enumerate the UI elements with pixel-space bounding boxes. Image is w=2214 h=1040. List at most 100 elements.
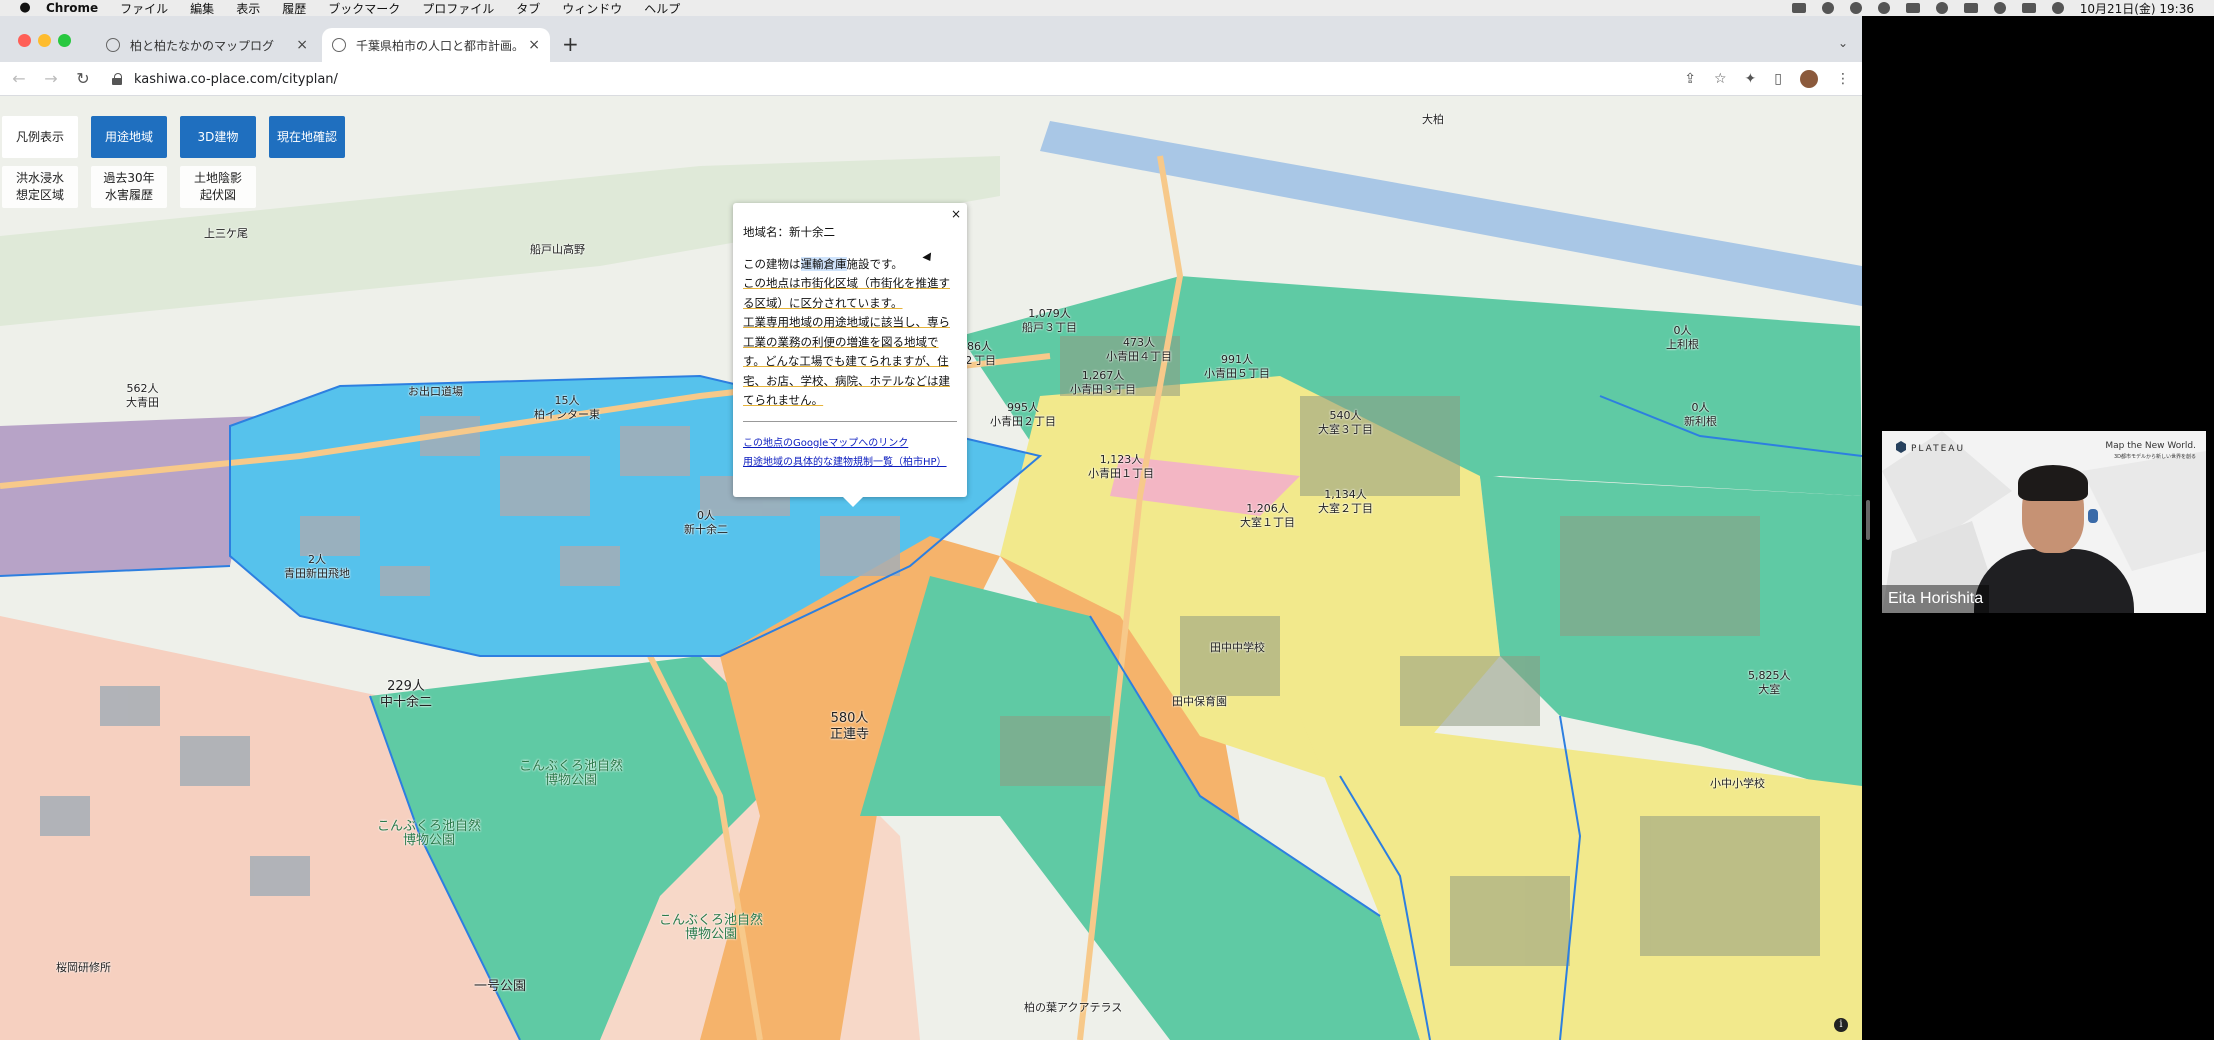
place-okashiwa: 大柏 (1422, 113, 1444, 126)
kebab-menu-icon[interactable]: ⋮ (1836, 71, 1850, 87)
popup-urbanization: この地点は市街化区域（市街化を推進する区域）に区分されています。 (743, 276, 950, 310)
status-icons: 10月21日(金) 19:36 (1791, 0, 2194, 17)
forward-button[interactable]: → (38, 69, 64, 88)
control-center-icon[interactable] (2021, 3, 2036, 13)
display-icon[interactable] (1791, 3, 1806, 13)
close-window-button[interactable] (18, 34, 31, 47)
menu-view[interactable]: 表示 (236, 0, 260, 17)
address-bar[interactable]: kashiwa.co-place.com/cityplan/ (112, 66, 1712, 92)
building-regulations-link[interactable]: 用途地域の具体的な建物規制一覧（柏市HP） (743, 453, 957, 472)
place-aqua-terrace: 柏の葉アクアテラス (1024, 1001, 1123, 1014)
area-name-label: 大室 (1758, 683, 1781, 696)
menubar-clock[interactable]: 10月21日(金) 19:36 (2080, 0, 2194, 17)
map-label-omuro2[interactable]: 1,134人 大室２丁目 (1318, 488, 1373, 516)
dropbox-icon[interactable] (1849, 2, 1862, 14)
population-label: 1,134人 (1324, 488, 1367, 501)
map-label-koaota1[interactable]: 1,123人 小青田１丁目 (1088, 453, 1154, 481)
tab-search-icon[interactable]: ⌄ (1838, 36, 1848, 50)
legend-button[interactable]: 凡例表示 (2, 116, 78, 158)
buildings-3d-button[interactable]: 3D建物 (180, 116, 256, 158)
cloud-icon[interactable] (1821, 2, 1834, 14)
reload-button[interactable]: ↻ (70, 69, 96, 88)
menu-profiles[interactable]: プロファイル (422, 0, 494, 17)
menu-file[interactable]: ファイル (120, 0, 168, 17)
apple-icon[interactable]: ● (18, 1, 32, 15)
siri-icon[interactable] (2051, 2, 2064, 14)
label-line: 過去30年 (103, 171, 155, 185)
map-label-shintoyofuta[interactable]: 0人 新十余二 (684, 509, 728, 537)
toolbar-actions: ⇪ ☆ ✦ ▯ ⋮ (1684, 70, 1850, 88)
close-tab-icon[interactable]: × (296, 37, 308, 53)
speaker-name: Eita Horishita (1882, 585, 1990, 613)
flood-area-button[interactable]: 洪水浸水 想定区域 (2, 166, 78, 208)
profile-avatar[interactable] (1800, 70, 1818, 88)
browser-window: 柏と柏たなかのマップログ × 千葉県柏市の人口と都市計画。安 × + ⌄ ← →… (0, 16, 1862, 1040)
map-label-omuro[interactable]: 5,825人 大室 (1748, 669, 1791, 697)
map-label-koaota4[interactable]: 473人 小青田４丁目 (1106, 336, 1172, 364)
map-label-koaota2[interactable]: 995人 小青田２丁目 (990, 401, 1056, 429)
creative-cloud-icon[interactable] (1877, 2, 1890, 14)
map-label-nakatoyofuta[interactable]: 229人 中十余二 (380, 679, 432, 711)
map-label-omuro3[interactable]: 540人 大室３丁目 (1318, 409, 1373, 437)
menu-history[interactable]: 履歴 (282, 0, 306, 17)
side-panel-icon[interactable]: ▯ (1774, 71, 1782, 87)
relief-map-button[interactable]: 土地陰影 起伏図 (180, 166, 256, 208)
map-label-omuro1[interactable]: 1,206人 大室１丁目 (1240, 502, 1295, 530)
current-location-label: 現在地確認 (276, 129, 337, 144)
menu-tab[interactable]: タブ (516, 0, 540, 17)
population-label: 229人 (387, 679, 425, 694)
map-label-koaota3[interactable]: 1,267人 小青田３丁目 (1070, 369, 1136, 397)
population-label: 86人 (967, 340, 992, 353)
place-oojin: お出口道場 (408, 385, 463, 398)
wifi-icon[interactable] (1935, 2, 1948, 14)
share-icon[interactable]: ⇪ (1684, 71, 1696, 87)
menu-bookmarks[interactable]: ブックマーク (328, 0, 400, 17)
search-icon[interactable] (1993, 2, 2006, 14)
window-splitter[interactable] (1866, 500, 1870, 540)
map-label-shorenji[interactable]: 580人 正連寺 (830, 711, 869, 743)
map-label-inter-higashi[interactable]: 15人 柏インター東 (534, 394, 600, 422)
population-label: 0人 (697, 509, 715, 522)
close-tab-icon[interactable]: × (528, 37, 540, 53)
map-label-2chome[interactable]: 86人 ２丁目 (963, 340, 996, 368)
lock-icon[interactable] (112, 73, 124, 85)
extensions-icon[interactable]: ✦ (1745, 71, 1757, 87)
popup-close-button[interactable]: × (951, 205, 961, 225)
new-tab-button[interactable]: + (562, 34, 579, 54)
plateau-tagline: Map the New World. 3D都市モデルから新しい世界を創る (2105, 441, 2196, 463)
map-label-oaota[interactable]: 562人 大青田 (126, 382, 159, 410)
population-label: 540人 (1329, 409, 1362, 422)
current-location-button[interactable]: 現在地確認 (269, 116, 345, 158)
menu-help[interactable]: ヘルプ (644, 0, 680, 17)
population-label: 1,123人 (1099, 453, 1143, 466)
back-button[interactable]: ← (6, 69, 32, 88)
url-text[interactable]: kashiwa.co-place.com/cityplan/ (134, 72, 338, 87)
past-flood-history-button[interactable]: 過去30年 水害履歴 (91, 166, 167, 208)
menu-app-chrome[interactable]: Chrome (46, 1, 98, 15)
zoom-window-button[interactable] (58, 34, 71, 47)
map-label-funado3[interactable]: 1,079人 船戸３丁目 (1022, 307, 1077, 335)
bookmark-star-icon[interactable]: ☆ (1714, 71, 1727, 87)
map-label-kamitone[interactable]: 0人 上利根 (1666, 324, 1699, 352)
tab-title: 千葉県柏市の人口と都市計画。安 (356, 38, 521, 53)
info-icon[interactable]: i (1834, 1018, 1848, 1032)
area-name-label: 小青田１丁目 (1088, 467, 1154, 480)
map-label-koaota5[interactable]: 991人 小青田５丁目 (1204, 353, 1270, 381)
minimize-window-button[interactable] (38, 34, 51, 47)
browser-toolbar: ← → ↻ kashiwa.co-place.com/cityplan/ ⇪ ☆… (0, 62, 1862, 96)
battery-icon[interactable] (1905, 3, 1920, 13)
map-label-shintone[interactable]: 0人 新利根 (1684, 401, 1717, 429)
input-method-icon[interactable] (1963, 3, 1978, 13)
zoning-button[interactable]: 用途地域 (91, 116, 167, 158)
area-name-label: 大室１丁目 (1240, 516, 1295, 529)
map-label-aota-tobichi[interactable]: 2人 青田新田飛地 (284, 553, 350, 581)
menu-window[interactable]: ウィンドウ (562, 0, 622, 17)
area-name-label: 中十余二 (380, 695, 433, 710)
tab-cityplan[interactable]: 千葉県柏市の人口と都市計画。安 × (322, 28, 550, 62)
menu-edit[interactable]: 編集 (190, 0, 214, 17)
tagline-main: Map the New World. (2105, 441, 2196, 451)
area-name-label: ２丁目 (963, 354, 996, 367)
tab-maplog[interactable]: 柏と柏たなかのマップログ × (96, 28, 318, 62)
google-maps-link[interactable]: この地点のGoogleマップへのリンク (743, 434, 957, 453)
map-canvas[interactable]: 0人 新十余二 2人 青田新田飛地 229人 中十余二 580人 正連寺 15人… (0, 96, 1862, 1040)
